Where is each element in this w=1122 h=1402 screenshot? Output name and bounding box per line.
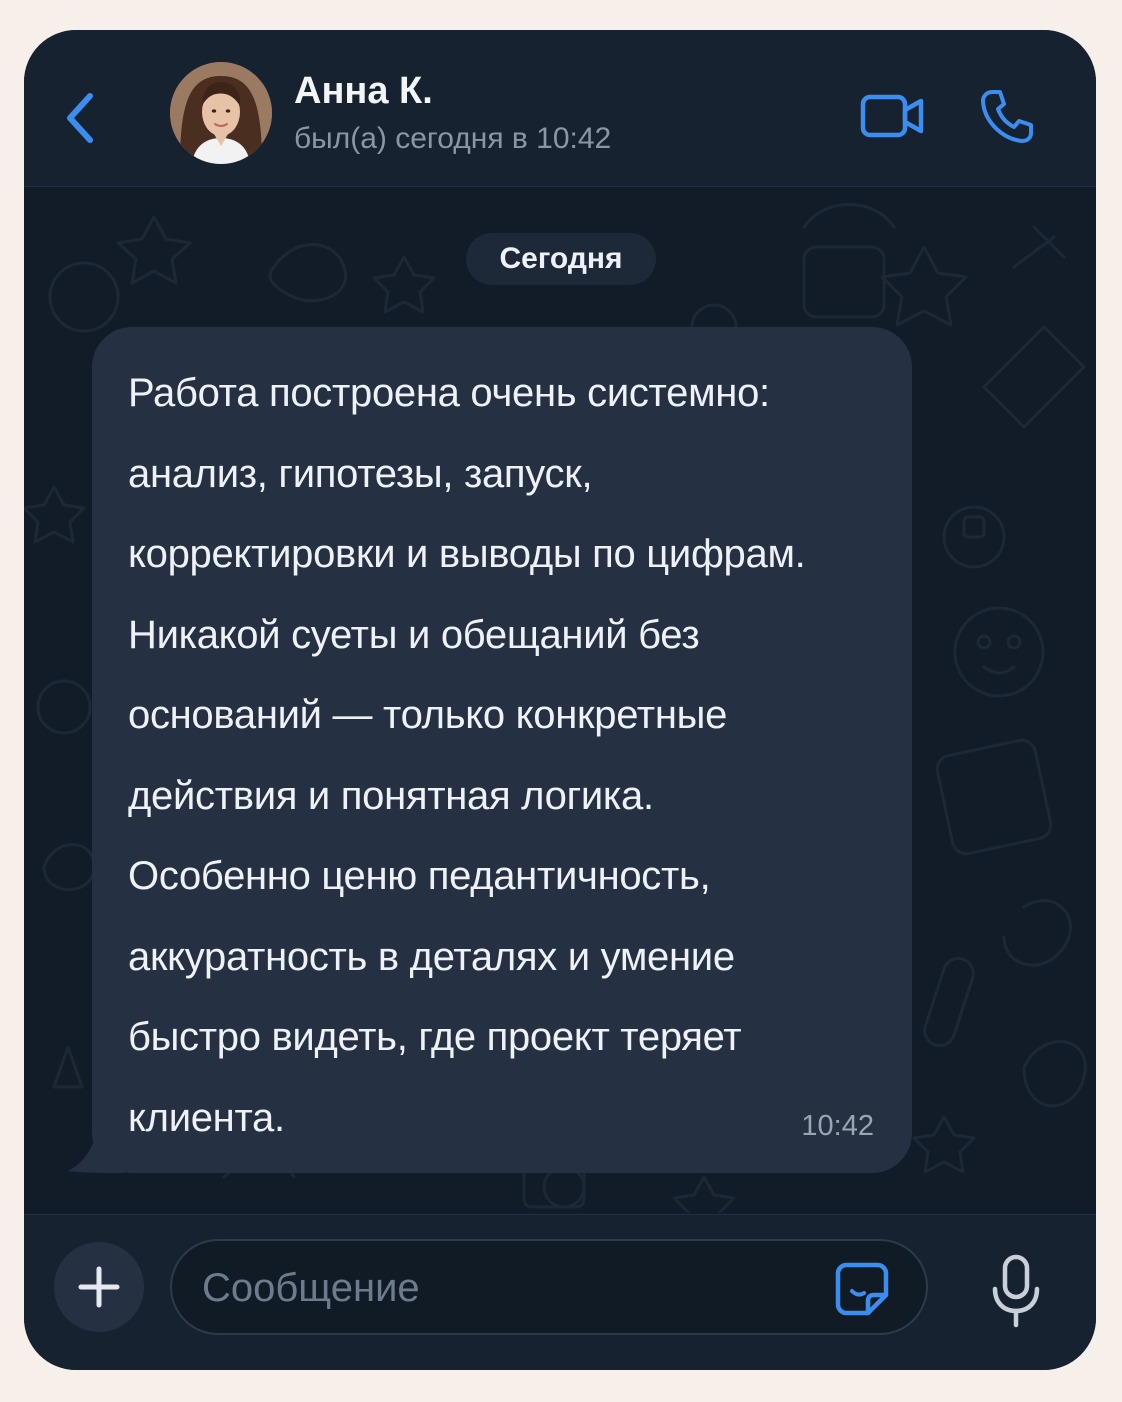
message-input[interactable]: [200, 1241, 804, 1335]
message-list[interactable]: Сегодня Работа построена очень системно:…: [24, 187, 1096, 1213]
contact-name[interactable]: Анна К.: [294, 70, 433, 113]
chat-header: Анна К. был(а) сегодня в 10:42: [24, 30, 1096, 187]
message-time: 10:42: [801, 1110, 874, 1142]
composer-bar: [24, 1214, 1096, 1370]
incoming-message-bubble[interactable]: Работа построена очень системно: анализ,…: [92, 327, 912, 1173]
video-camera-icon: [860, 94, 924, 138]
plus-icon: [78, 1266, 120, 1308]
back-button[interactable]: [60, 86, 100, 150]
sticker-button[interactable]: [834, 1261, 890, 1317]
chat-window: Анна К. был(а) сегодня в 10:42 Сегодня Р…: [24, 30, 1096, 1370]
voice-call-button[interactable]: [978, 86, 1036, 146]
voice-message-button[interactable]: [986, 1251, 1046, 1331]
attach-button[interactable]: [54, 1242, 144, 1332]
phone-icon: [981, 90, 1033, 143]
video-call-button[interactable]: [860, 92, 926, 140]
date-separator: Сегодня: [466, 233, 656, 285]
message-text: Работа построена очень системно: анализ,…: [128, 371, 806, 1140]
last-seen-status: был(а) сегодня в 10:42: [294, 122, 612, 155]
chevron-left-icon: [67, 93, 93, 143]
avatar[interactable]: [170, 62, 272, 164]
microphone-icon: [992, 1254, 1040, 1328]
sticker-icon: [835, 1262, 889, 1316]
message-field[interactable]: [170, 1239, 928, 1335]
